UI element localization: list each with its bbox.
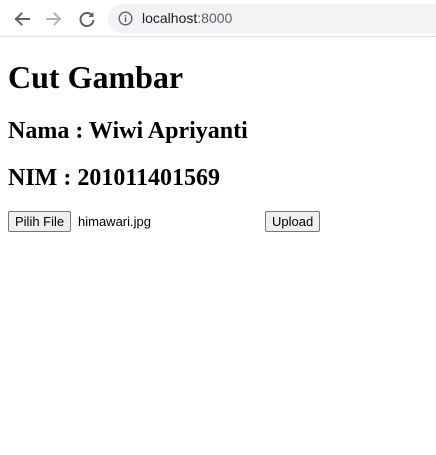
url-port: :8000	[197, 10, 233, 26]
upload-button[interactable]: Upload	[265, 211, 321, 232]
forward-arrow-icon[interactable]	[43, 8, 65, 30]
selected-file-name: himawari.jpg	[78, 214, 151, 229]
student-nim-heading: NIM : 201011401569	[8, 165, 220, 191]
url-text: localhost:8000	[142, 10, 232, 26]
info-icon[interactable]	[118, 11, 133, 26]
page-title: Cut Gambar	[8, 59, 184, 95]
url-host: localhost	[142, 10, 198, 26]
browser-toolbar: localhost:8000	[0, 0, 436, 37]
choose-file-button[interactable]: Pilih File	[8, 211, 72, 232]
reload-icon[interactable]	[76, 8, 98, 30]
student-name-heading: Nama : Wiwi Apriyanti	[8, 118, 248, 144]
address-bar[interactable]: localhost:8000	[108, 4, 436, 33]
back-arrow-icon[interactable]	[11, 8, 33, 30]
